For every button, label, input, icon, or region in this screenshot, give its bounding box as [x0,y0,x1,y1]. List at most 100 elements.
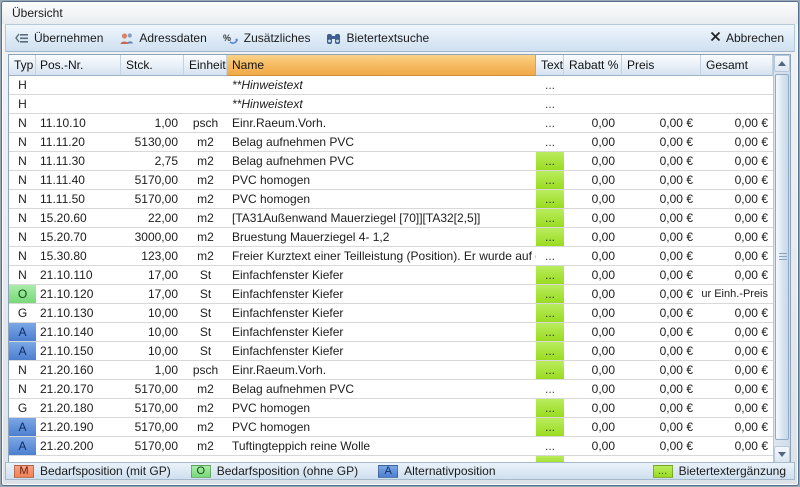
zusaetzliches-button[interactable]: % Zusätzliches [215,28,319,48]
cell-text[interactable]: ... [536,418,564,436]
cell-rabatt: 0,00 [564,285,622,303]
table-row[interactable]: N15.20.703000,00m2Bruestung Mauerziegel … [9,228,773,247]
cell-typ: G [9,399,36,417]
adressdaten-label: Adressdaten [139,31,206,45]
cell-rabatt: 0,00 [564,266,622,284]
cell-text[interactable]: ... [536,285,564,303]
table-row[interactable]: N11.11.205130,00m2Belag aufnehmen PVC...… [9,133,773,152]
typ-badge: A [9,323,36,341]
cell-name: **Hinweistext [227,76,536,94]
arrow-down-icon [778,452,786,457]
table-row[interactable]: G21.20.1805170,00m2PVC homogen...0,000,0… [9,399,773,418]
cell-text[interactable]: ... [536,228,564,246]
cell-preis: 0,00 € [622,133,701,151]
transfer-list-icon [14,32,29,45]
cell-text[interactable]: ... [536,323,564,341]
scroll-down-button[interactable] [774,446,790,463]
cell-text[interactable]: ... [536,133,564,151]
table-row[interactable]: N21.10.11017,00StEinfachfenster Kiefer..… [9,266,773,285]
table-row[interactable]: A21.10.14010,00StEinfachfenster Kiefer..… [9,323,773,342]
table-row[interactable]: O21.10.12017,00StEinfachfenster Kiefer..… [9,285,773,304]
cell-pos: 11.11.30 [36,152,121,170]
cell-name: Tuftingteppich reine Wolle [227,437,536,455]
table-row[interactable]: H **Hinweistext... [9,76,773,95]
cell-text[interactable]: ... [536,361,564,379]
bietertextsuche-button[interactable]: Bietertextsuche [318,28,437,48]
cell-text[interactable]: ... [536,190,564,208]
legend-a-label: Alternativposition [404,464,495,478]
scroll-up-button[interactable] [774,55,790,72]
cell-gesamt: 0,00 € [701,133,773,151]
table-row[interactable]: N21.20.1705170,00m2Belag aufnehmen PVC..… [9,380,773,399]
cell-text[interactable]: ... [536,247,564,265]
column-header-einheit[interactable]: Einheit [184,55,227,76]
cell-text[interactable]: ... [536,304,564,322]
cell-text[interactable]: ... [536,266,564,284]
cell-name: PVC homogen [227,418,536,436]
column-header-rabatt[interactable]: Rabatt % [564,55,622,76]
cell-preis: 0,00 € [622,361,701,379]
typ-badge: N [9,133,36,151]
column-header-name[interactable]: Name [227,55,536,76]
name-text: [TA31Außenwand Mauerziegel [70]][TA32[2,… [232,211,480,225]
name-text: Tuftingteppich reine Wolle [232,439,370,453]
adressdaten-button[interactable]: Adressdaten [111,28,214,48]
cell-typ: N [9,114,36,132]
cell-einheit: m2 [184,190,227,208]
table-row[interactable]: A21.20.1905170,00m2PVC homogen...0,000,0… [9,418,773,437]
table-row[interactable]: G21.10.13010,00StEinfachfenster Kiefer..… [9,304,773,323]
legend-m-badge: M [14,465,34,478]
table-row[interactable]: N11.11.405170,00m2PVC homogen...0,000,00… [9,171,773,190]
table-row[interactable]: N21.20.1601,00pschEinr.Raeum.Vorh....0,0… [9,361,773,380]
cell-name: **Hinweistext [227,95,536,113]
table-row[interactable]: A21.20.2005170,00m2Tuftingteppich reine … [9,437,773,456]
cell-stck: 10,00 [121,304,184,322]
scrollbar-thumb[interactable] [775,74,789,440]
cell-text[interactable]: ... [536,171,564,189]
cell-stck: 5170,00 [121,437,184,455]
name-text: **Hinweistext [232,97,303,111]
cell-text[interactable]: ... [536,437,564,455]
cell-preis: 0,00 € [622,323,701,341]
table-row[interactable]: N11.11.505170,00m2PVC homogen...0,000,00… [9,190,773,209]
uebernehmen-button[interactable]: Übernehmen [6,28,111,48]
cell-text[interactable]: ... [536,76,564,94]
cell-pos: 15.20.70 [36,228,121,246]
legend-o-label: Bedarfsposition (ohne GP) [217,464,358,478]
cell-preis: 0,00 € [622,399,701,417]
cell-pos: 21.20.200 [36,437,121,455]
cell-stck: 5170,00 [121,418,184,436]
abbrechen-button[interactable]: Abbrechen [700,28,794,48]
cell-pos: 11.11.20 [36,133,121,151]
column-header-typ[interactable]: Typ [9,55,36,76]
table-row[interactable]: N11.10.101,00pschEinr.Raeum.Vorh....0,00… [9,114,773,133]
column-header-preis[interactable]: Preis [622,55,701,76]
cell-text[interactable]: ... [536,399,564,417]
cell-text[interactable]: ... [536,380,564,398]
cell-text[interactable]: ... [536,95,564,113]
column-header-pos-nr[interactable]: Pos.-Nr. [36,55,121,76]
cell-rabatt: 0,00 [564,323,622,341]
table-row[interactable]: N15.20.6022,00m2[TA31Außenwand Mauerzieg… [9,209,773,228]
column-header-gesamt[interactable]: Gesamt [701,55,773,76]
uebernehmen-label: Übernehmen [34,31,103,45]
cell-stck: 5170,00 [121,190,184,208]
cell-text[interactable]: ... [536,152,564,170]
typ-badge: H [9,76,36,94]
table-row[interactable]: N11.11.302,75m2Belag aufnehmen PVC...0,0… [9,152,773,171]
cell-text[interactable]: ... [536,114,564,132]
table-row[interactable]: N15.30.80123,00m2Freier Kurztext einer T… [9,247,773,266]
cell-einheit: St [184,323,227,341]
cell-text[interactable]: ... [536,209,564,227]
vertical-scrollbar[interactable] [773,55,790,463]
cell-text[interactable]: ... [536,342,564,360]
table-row[interactable]: A21.10.15010,00StEinfachfenster Kiefer..… [9,342,773,361]
column-header-text[interactable]: Text [536,55,564,76]
cell-typ: N [9,247,36,265]
column-header-stck[interactable]: Stck. [121,55,184,76]
typ-badge: N [9,361,36,379]
table-row[interactable]: H**Hinweistext... [9,95,773,114]
cell-name: Einfachfenster Kiefer [227,342,536,360]
cell-pos: 21.20.180 [36,399,121,417]
cell-einheit: m2 [184,209,227,227]
